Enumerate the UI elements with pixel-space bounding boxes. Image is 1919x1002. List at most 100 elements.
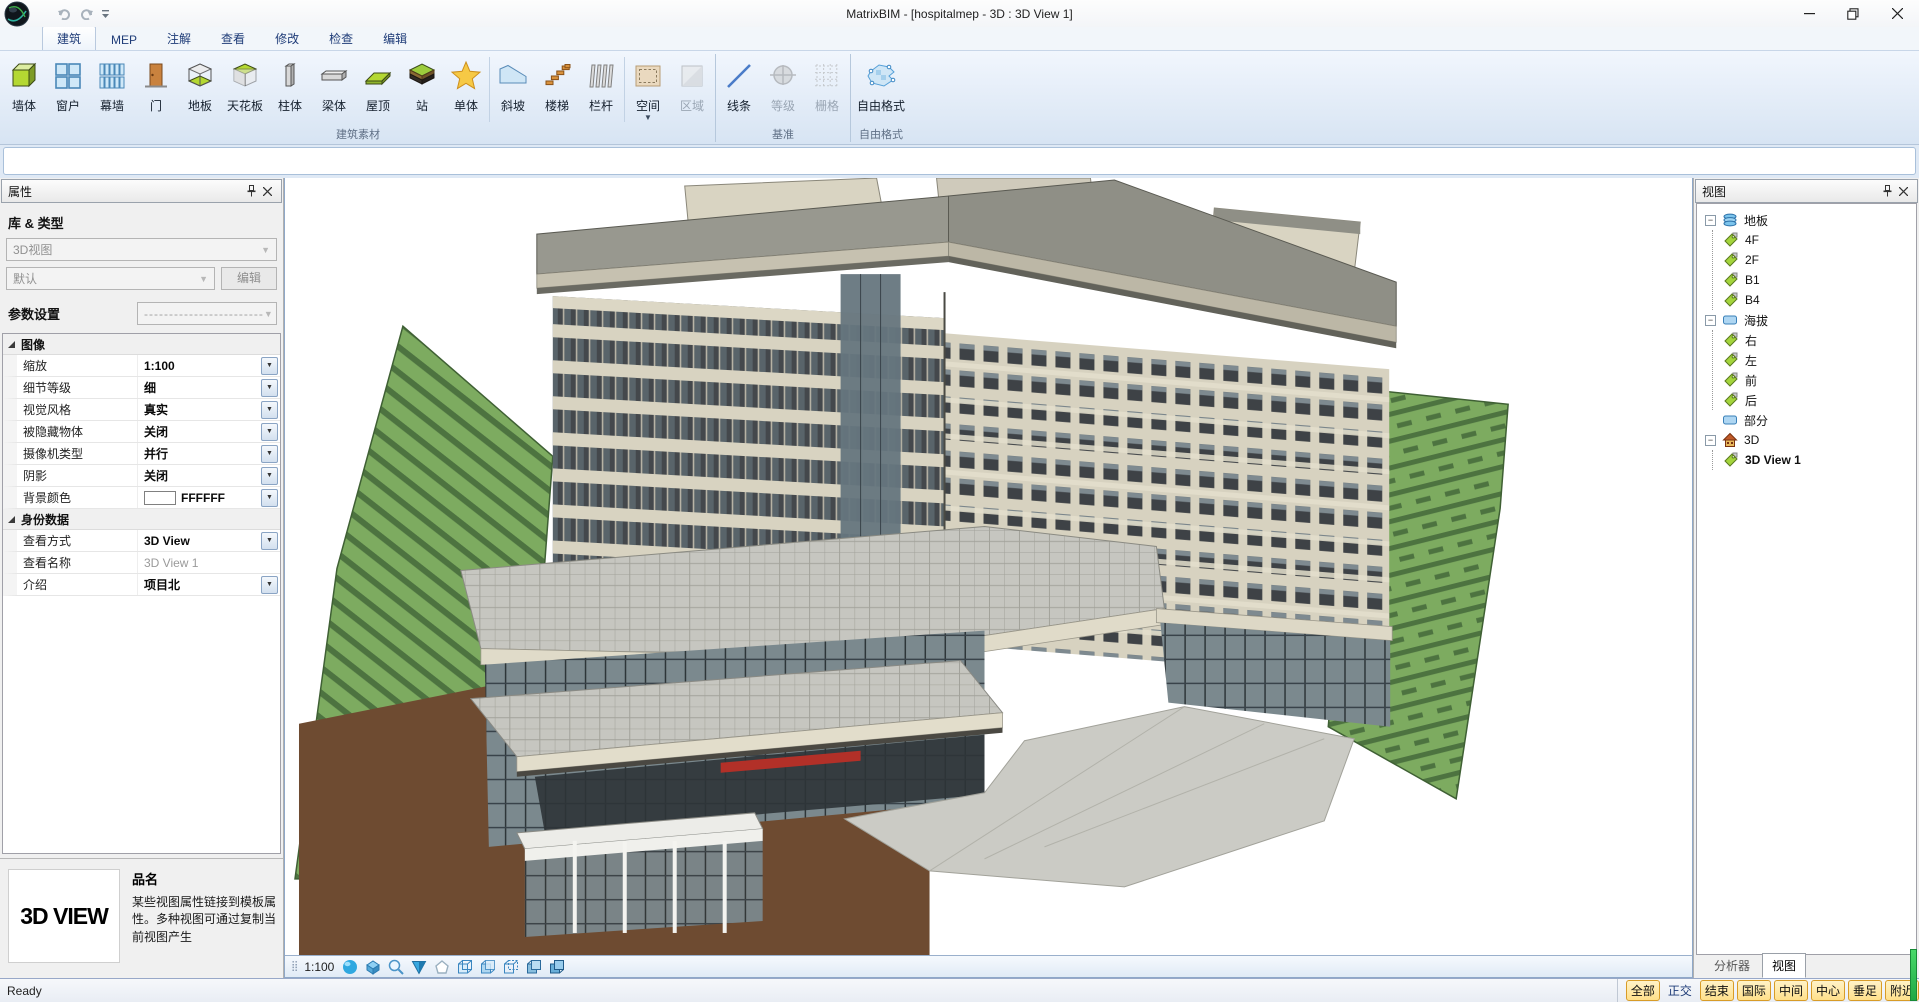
- cube-wire-2-icon[interactable]: [479, 958, 497, 976]
- tree-leaf-前[interactable]: 前: [1713, 370, 1914, 390]
- property-value-cell[interactable]: 项目北▼: [137, 574, 280, 595]
- panel-tab-视图[interactable]: 视图: [1762, 953, 1806, 978]
- tree-node-地板[interactable]: −地板: [1703, 210, 1914, 230]
- snap-button-中间[interactable]: 中间: [1774, 980, 1808, 1001]
- ribbon-item-地板[interactable]: 地板: [178, 52, 222, 114]
- ribbon-item-梁体[interactable]: 梁体: [312, 52, 356, 114]
- view-pyramid-icon[interactable]: [410, 958, 428, 976]
- ribbon-item-柱体[interactable]: 柱体: [268, 52, 312, 114]
- tree-expander[interactable]: −: [1705, 435, 1716, 446]
- view-scale[interactable]: 1:100: [304, 960, 334, 974]
- cube-wire-5-icon[interactable]: [548, 958, 566, 976]
- property-value-cell[interactable]: 细▼: [137, 377, 280, 398]
- close-panel-icon[interactable]: [259, 187, 275, 196]
- ribbon-item-屋顶[interactable]: 屋顶: [356, 52, 400, 114]
- tree-leaf-3D View 1[interactable]: 3D View 1: [1713, 450, 1914, 470]
- snap-button-结束[interactable]: 结束: [1700, 980, 1734, 1001]
- redo-icon[interactable]: [79, 8, 94, 20]
- ribbon-tab-注解[interactable]: 注解: [152, 26, 206, 50]
- snap-button-中心[interactable]: 中心: [1811, 980, 1845, 1001]
- restore-button[interactable]: [1831, 0, 1875, 27]
- ribbon-item-线条[interactable]: 线条: [717, 52, 761, 114]
- scrollbar-thumb[interactable]: [1910, 949, 1917, 1001]
- toolbar-grip[interactable]: ⣿: [291, 962, 297, 972]
- app-logo-icon[interactable]: [3, 1, 31, 27]
- property-section-身份数据[interactable]: 身份数据: [3, 509, 280, 530]
- property-section-图像[interactable]: 图像: [3, 334, 280, 355]
- view-instance-dropdown[interactable]: 默认▼: [6, 267, 215, 290]
- tree-expander[interactable]: −: [1705, 215, 1716, 226]
- pin-icon[interactable]: [1879, 185, 1895, 197]
- zoom-icon[interactable]: [387, 958, 405, 976]
- ribbon-tab-建筑[interactable]: 建筑: [42, 26, 96, 50]
- ribbon-item-楼梯[interactable]: 楼梯: [535, 52, 579, 114]
- ribbon-tab-编辑[interactable]: 编辑: [368, 26, 422, 50]
- ribbon-item-单体[interactable]: 单体: [444, 52, 488, 114]
- pin-icon[interactable]: [243, 185, 259, 197]
- tree-leaf-B4[interactable]: B4: [1713, 290, 1914, 310]
- dropdown-button[interactable]: ▼: [261, 357, 278, 375]
- ribbon-item-栏杆[interactable]: 栏杆: [579, 52, 623, 114]
- ribbon-item-斜坡[interactable]: 斜坡: [491, 52, 535, 114]
- customize-dropdown-icon[interactable]: [101, 9, 110, 19]
- tree-leaf-右[interactable]: 右: [1713, 330, 1914, 350]
- tree-node-3D[interactable]: −3D: [1703, 430, 1914, 450]
- cube-wire-3-icon[interactable]: [502, 958, 520, 976]
- command-input[interactable]: [3, 147, 1916, 175]
- property-value-cell[interactable]: FFFFFF▼: [137, 487, 280, 508]
- chevron-down-icon[interactable]: ▼: [644, 115, 652, 121]
- dropdown-button[interactable]: ▼: [261, 467, 278, 485]
- snap-button-垂足[interactable]: 垂足: [1848, 980, 1882, 1001]
- panel-tab-分析器[interactable]: 分析器: [1704, 953, 1760, 978]
- ribbon-item-幕墙[interactable]: 幕墙: [90, 52, 134, 114]
- snap-button-国际[interactable]: 国际: [1737, 980, 1771, 1001]
- ribbon-tab-查看[interactable]: 查看: [206, 26, 260, 50]
- dropdown-button[interactable]: ▼: [261, 532, 278, 550]
- model-box-icon[interactable]: [364, 958, 382, 976]
- dropdown-button[interactable]: ▼: [261, 576, 278, 594]
- undo-icon[interactable]: [57, 8, 72, 20]
- dropdown-button[interactable]: ▼: [261, 445, 278, 463]
- tree-node-部分[interactable]: 部分: [1703, 410, 1914, 430]
- property-value-cell[interactable]: 关闭▼: [137, 421, 280, 442]
- ribbon-item-窗户[interactable]: 窗户: [46, 52, 90, 114]
- cube-wire-1-icon[interactable]: [456, 958, 474, 976]
- ribbon-item-站[interactable]: 站: [400, 52, 444, 114]
- property-value-cell[interactable]: 1:100▼: [137, 355, 280, 376]
- render-sphere-icon[interactable]: [341, 958, 359, 976]
- snap-button-正交[interactable]: 正交: [1663, 980, 1697, 1001]
- tree-leaf-左[interactable]: 左: [1713, 350, 1914, 370]
- tree-node-海拔[interactable]: −海拔: [1703, 310, 1914, 330]
- dropdown-button[interactable]: ▼: [261, 489, 278, 507]
- viewport-canvas[interactable]: [285, 178, 1692, 955]
- color-swatch[interactable]: [144, 491, 176, 505]
- ribbon-item-自由格式[interactable]: 自由格式: [852, 52, 910, 114]
- minimize-button[interactable]: [1787, 0, 1831, 27]
- home-view-icon[interactable]: [433, 958, 451, 976]
- close-panel-icon[interactable]: [1895, 187, 1911, 196]
- tree-leaf-4F[interactable]: 4F: [1713, 230, 1914, 250]
- dropdown-button[interactable]: ▼: [261, 401, 278, 419]
- tree-leaf-2F[interactable]: 2F: [1713, 250, 1914, 270]
- view-type-dropdown[interactable]: 3D视图▼: [6, 238, 277, 261]
- ribbon-tab-MEP[interactable]: MEP: [96, 29, 152, 50]
- dropdown-button[interactable]: ▼: [261, 423, 278, 441]
- ribbon-item-墙体[interactable]: 墙体: [2, 52, 46, 114]
- ribbon-item-空间[interactable]: 空间▼: [626, 52, 670, 121]
- property-value-cell[interactable]: 关闭▼: [137, 465, 280, 486]
- params-dropdown[interactable]: ------------------------▼: [137, 302, 277, 325]
- tree-leaf-后[interactable]: 后: [1713, 390, 1914, 410]
- property-value-cell[interactable]: 并行▼: [137, 443, 280, 464]
- ribbon-tab-检查[interactable]: 检查: [314, 26, 368, 50]
- ribbon-item-门[interactable]: 门: [134, 52, 178, 114]
- edit-type-button[interactable]: 编辑: [221, 267, 277, 290]
- cube-wire-4-icon[interactable]: [525, 958, 543, 976]
- ribbon-tab-修改[interactable]: 修改: [260, 26, 314, 50]
- property-value-cell[interactable]: 3D View▼: [137, 530, 280, 551]
- tree-leaf-B1[interactable]: B1: [1713, 270, 1914, 290]
- snap-button-全部[interactable]: 全部: [1626, 980, 1660, 1001]
- ribbon-item-天花板[interactable]: 天花板: [222, 52, 268, 114]
- close-button[interactable]: [1875, 0, 1919, 27]
- dropdown-button[interactable]: ▼: [261, 379, 278, 397]
- property-value-cell[interactable]: 真实▼: [137, 399, 280, 420]
